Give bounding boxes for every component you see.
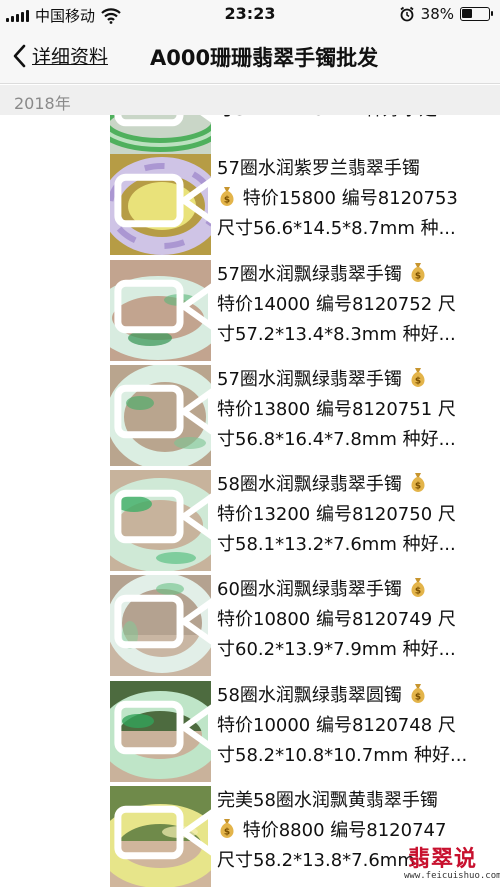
post-thumbnail[interactable]: [110, 470, 211, 571]
svg-text:$: $: [415, 377, 421, 387]
post-text: 60圈水润飘绿翡翠手镯 $ 特价10800 编号8120749 尺 寸60.2*…: [217, 575, 492, 665]
post-line: 寸60.2*13.9*7.9mm 种好...: [217, 639, 456, 660]
post-line: 60圈水润飘绿翡翠手镯: [217, 579, 402, 600]
year-section-header: 2018年: [0, 85, 500, 115]
money-bag-icon: $: [411, 684, 425, 703]
video-icon: [114, 384, 211, 439]
year-label: 2018年: [14, 94, 71, 113]
list-item[interactable]: 寸57.7*11.8mm 种好水足...: [0, 115, 500, 155]
money-bag-icon: $: [220, 187, 234, 206]
post-line: 特价8800 编号8120747: [242, 820, 447, 841]
list-item[interactable]: 57圈水润紫罗兰翡翠手镯 $ 特价15800 编号8120753 尺寸56.6*…: [0, 154, 500, 256]
money-bag-icon: $: [220, 819, 234, 838]
svg-text:$: $: [415, 482, 421, 492]
site-watermark: 翡翠说 www.feicuishuo.com: [404, 841, 500, 889]
post-line: 特价13800 编号8120751 尺: [217, 399, 456, 420]
post-thumbnail[interactable]: [110, 575, 211, 676]
page-title: A000珊珊翡翠手镯批发: [150, 46, 379, 70]
post-text: 58圈水润飘绿翡翠手镯 $ 特价13200 编号8120750 尺 寸58.1*…: [217, 470, 492, 560]
post-text: 57圈水润紫罗兰翡翠手镯 $ 特价15800 编号8120753 尺寸56.6*…: [217, 154, 492, 244]
svg-text:$: $: [415, 272, 421, 282]
battery-icon: [460, 7, 493, 21]
battery-percent: 38%: [420, 5, 454, 23]
post-line-with-icon: 57圈水润飘绿翡翠手镯 $: [217, 260, 492, 290]
svg-text:$: $: [224, 828, 230, 838]
post-line: 特价14000 编号8120752 尺: [217, 294, 456, 315]
video-icon: [114, 489, 211, 544]
watermark-title: 翡翠说: [408, 847, 478, 872]
list-item[interactable]: 58圈水润飘绿翡翠圆镯 $ 特价10000 编号8120748 尺 寸58.2*…: [0, 681, 500, 783]
battery-level: [462, 9, 472, 18]
money-bag-icon: $: [411, 473, 425, 492]
back-label[interactable]: 详细资料: [32, 42, 108, 69]
video-icon: [114, 279, 211, 334]
money-bag-icon: $: [411, 263, 425, 282]
post-line: 57圈水润紫罗兰翡翠手镯: [217, 158, 420, 179]
post-text: 58圈水润飘绿翡翠圆镯 $ 特价10000 编号8120748 尺 寸58.2*…: [217, 681, 492, 771]
post-text: 寸57.7*11.8mm 种好水足...: [217, 115, 492, 125]
post-line: 特价10800 编号8120749 尺: [217, 609, 456, 630]
status-bar: 中国移动 23:23 38%: [0, 0, 500, 30]
list-item[interactable]: 60圈水润飘绿翡翠手镯 $ 特价10800 编号8120749 尺 寸60.2*…: [0, 575, 500, 677]
post-line: 58圈水润飘绿翡翠手镯: [217, 474, 402, 495]
post-line: 寸58.2*10.8*10.7mm 种好...: [217, 745, 468, 766]
video-icon: [114, 700, 211, 755]
post-line: 特价13200 编号8120750 尺: [217, 504, 456, 525]
post-thumbnail[interactable]: [110, 365, 211, 466]
svg-text:$: $: [415, 693, 421, 703]
post-thumbnail[interactable]: [110, 681, 211, 782]
post-line: 完美58圈水润飘黄翡翠手镯: [217, 790, 438, 811]
post-line: 尺寸56.6*14.5*8.7mm 种...: [217, 218, 456, 239]
post-line-with-icon: 60圈水润飘绿翡翠手镯 $: [217, 575, 492, 605]
status-right: 38%: [399, 5, 493, 23]
post-text: 57圈水润飘绿翡翠手镯 $ 特价14000 编号8120752 尺 寸57.2*…: [217, 260, 492, 350]
post-line: 寸56.8*16.4*7.8mm 种好...: [217, 429, 456, 450]
back-button[interactable]: 详细资料: [12, 42, 108, 69]
video-icon: [114, 805, 211, 860]
alarm-icon: [400, 6, 414, 22]
video-icon: [114, 173, 211, 228]
svg-text:$: $: [415, 587, 421, 597]
money-bag-icon: $: [411, 578, 425, 597]
video-icon: [114, 115, 211, 127]
list-item[interactable]: 58圈水润飘绿翡翠手镯 $ 特价13200 编号8120750 尺 寸58.1*…: [0, 470, 500, 572]
post-thumbnail[interactable]: [110, 115, 211, 154]
post-line-with-icon: $ 特价15800 编号8120753: [217, 184, 492, 214]
post-line: 特价15800 编号8120753: [242, 188, 458, 209]
svg-text:$: $: [224, 196, 230, 206]
nav-bar: 详细资料 A000珊珊翡翠手镯批发: [0, 30, 500, 84]
post-thumbnail[interactable]: [110, 260, 211, 361]
post-line: 57圈水润飘绿翡翠手镯: [217, 264, 402, 285]
post-list[interactable]: 寸57.7*11.8mm 种好水足... 57圈水润紫罗兰翡翠手镯: [0, 115, 500, 889]
post-thumbnail[interactable]: [110, 786, 211, 887]
post-line: 寸58.1*13.2*7.6mm 种好...: [217, 534, 456, 555]
video-icon: [114, 594, 211, 649]
post-line: 寸57.7*11.8mm 种好水足...: [217, 115, 492, 125]
post-line: 特价10000 编号8120748 尺: [217, 715, 456, 736]
list-item[interactable]: 57圈水润飘绿翡翠手镯 $ 特价13800 编号8120751 尺 寸56.8*…: [0, 365, 500, 467]
post-line-with-icon: 58圈水润飘绿翡翠圆镯 $: [217, 681, 492, 711]
post-line-with-icon: 58圈水润飘绿翡翠手镯 $: [217, 470, 492, 500]
post-line-with-icon: 57圈水润飘绿翡翠手镯 $: [217, 365, 492, 395]
post-line: 寸57.2*13.4*8.3mm 种好...: [217, 324, 456, 345]
post-line: 57圈水润飘绿翡翠手镯: [217, 369, 402, 390]
post-text: 57圈水润飘绿翡翠手镯 $ 特价13800 编号8120751 尺 寸56.8*…: [217, 365, 492, 455]
money-bag-icon: $: [411, 368, 425, 387]
chevron-left-icon: [13, 44, 26, 67]
list-item[interactable]: 57圈水润飘绿翡翠手镯 $ 特价14000 编号8120752 尺 寸57.2*…: [0, 260, 500, 362]
watermark-url: www.feicuishuo.com: [404, 871, 500, 881]
post-line: 58圈水润飘绿翡翠圆镯: [217, 685, 402, 706]
post-thumbnail[interactable]: [110, 154, 211, 255]
